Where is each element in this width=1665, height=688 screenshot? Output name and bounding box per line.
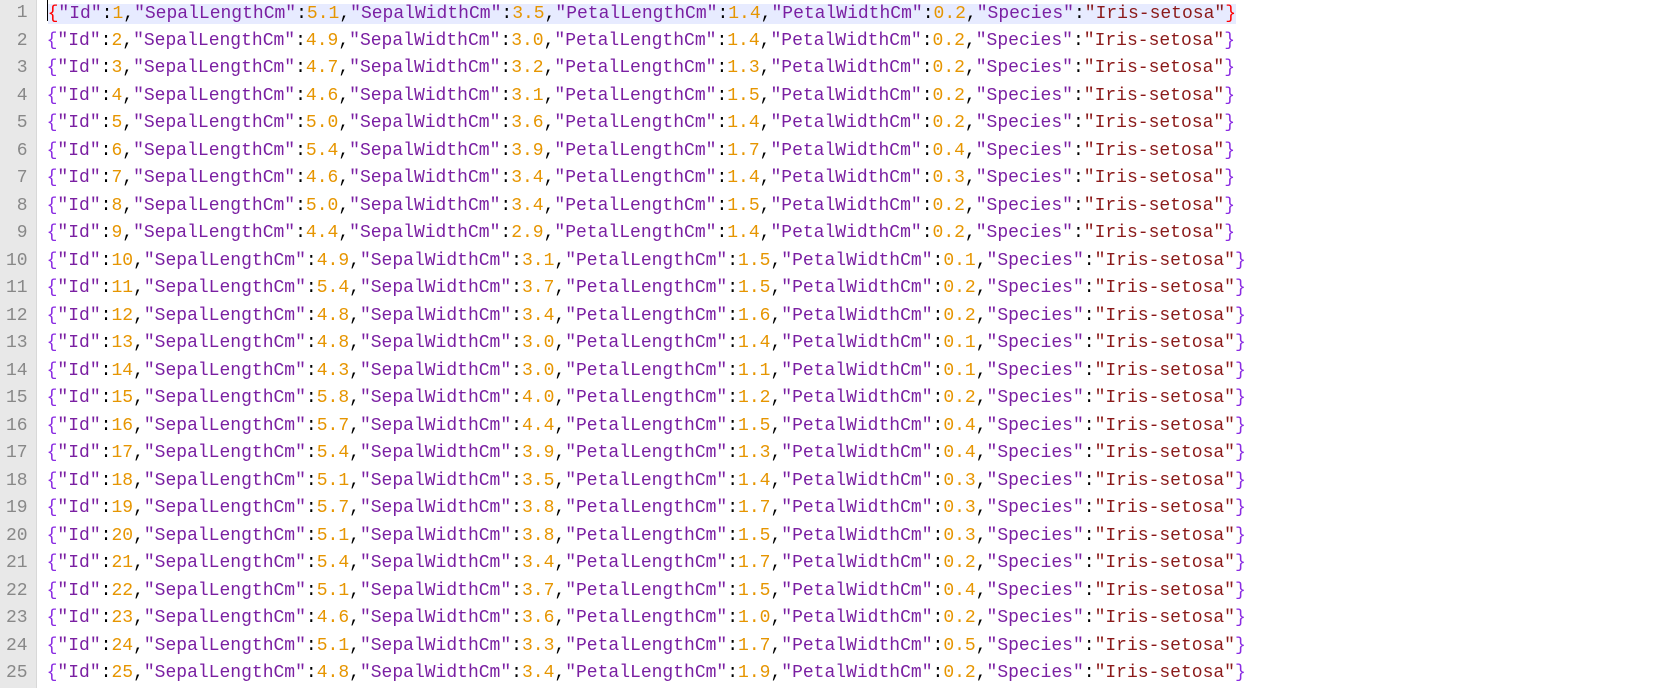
code-line[interactable]: {"Id":23,"SepalLengthCm":4.6,"SepalWidth… <box>47 605 1246 633</box>
line-number: 10 <box>6 248 28 276</box>
line-number: 5 <box>6 110 28 138</box>
code-line[interactable]: {"Id":10,"SepalLengthCm":4.9,"SepalWidth… <box>47 248 1246 276</box>
line-number: 18 <box>6 468 28 496</box>
line-number: 3 <box>6 55 28 83</box>
code-line[interactable]: {"Id":6,"SepalLengthCm":5.4,"SepalWidthC… <box>47 138 1246 166</box>
line-number: 7 <box>6 165 28 193</box>
code-line[interactable]: {"Id":15,"SepalLengthCm":5.8,"SepalWidth… <box>47 385 1246 413</box>
code-line[interactable]: {"Id":11,"SepalLengthCm":5.4,"SepalWidth… <box>47 275 1246 303</box>
line-number: 12 <box>6 303 28 331</box>
code-line[interactable]: {"Id":5,"SepalLengthCm":5.0,"SepalWidthC… <box>47 110 1246 138</box>
line-number: 8 <box>6 193 28 221</box>
line-number: 11 <box>6 275 28 303</box>
line-number: 6 <box>6 138 28 166</box>
line-number: 1 <box>6 0 28 28</box>
code-line[interactable]: {"Id":13,"SepalLengthCm":4.8,"SepalWidth… <box>47 330 1246 358</box>
code-line[interactable]: {"Id":20,"SepalLengthCm":5.1,"SepalWidth… <box>47 523 1246 551</box>
line-number: 16 <box>6 413 28 441</box>
code-line[interactable]: {"Id":24,"SepalLengthCm":5.1,"SepalWidth… <box>47 633 1246 661</box>
line-number: 22 <box>6 578 28 606</box>
line-number: 21 <box>6 550 28 578</box>
code-line[interactable]: {"Id":8,"SepalLengthCm":5.0,"SepalWidthC… <box>47 193 1246 221</box>
code-line[interactable]: {"Id":19,"SepalLengthCm":5.7,"SepalWidth… <box>47 495 1246 523</box>
line-number: 2 <box>6 28 28 56</box>
line-number: 13 <box>6 330 28 358</box>
code-line[interactable]: {"Id":1,"SepalLengthCm":5.1,"SepalWidthC… <box>47 0 1246 28</box>
line-number: 20 <box>6 523 28 551</box>
selection-highlight: {"Id":1,"SepalLengthCm":5.1,"SepalWidthC… <box>48 4 1236 24</box>
code-line[interactable]: {"Id":22,"SepalLengthCm":5.1,"SepalWidth… <box>47 578 1246 606</box>
code-line[interactable]: {"Id":25,"SepalLengthCm":4.8,"SepalWidth… <box>47 660 1246 688</box>
line-number: 15 <box>6 385 28 413</box>
code-line[interactable]: {"Id":14,"SepalLengthCm":4.3,"SepalWidth… <box>47 358 1246 386</box>
code-line[interactable]: {"Id":12,"SepalLengthCm":4.8,"SepalWidth… <box>47 303 1246 331</box>
code-line[interactable]: {"Id":16,"SepalLengthCm":5.7,"SepalWidth… <box>47 413 1246 441</box>
code-line[interactable]: {"Id":7,"SepalLengthCm":4.6,"SepalWidthC… <box>47 165 1246 193</box>
code-line[interactable]: {"Id":2,"SepalLengthCm":4.9,"SepalWidthC… <box>47 28 1246 56</box>
code-line[interactable]: {"Id":3,"SepalLengthCm":4.7,"SepalWidthC… <box>47 55 1246 83</box>
line-number: 19 <box>6 495 28 523</box>
line-number: 4 <box>6 83 28 111</box>
code-line[interactable]: {"Id":21,"SepalLengthCm":5.4,"SepalWidth… <box>47 550 1246 578</box>
line-number: 17 <box>6 440 28 468</box>
code-line[interactable]: {"Id":9,"SepalLengthCm":4.4,"SepalWidthC… <box>47 220 1246 248</box>
line-number: 14 <box>6 358 28 386</box>
line-number-gutter: 1234567891011121314151617181920212223242… <box>0 0 37 688</box>
line-number: 25 <box>6 660 28 688</box>
code-area[interactable]: {"Id":1,"SepalLengthCm":5.1,"SepalWidthC… <box>37 0 1246 688</box>
line-number: 24 <box>6 633 28 661</box>
code-editor[interactable]: 1234567891011121314151617181920212223242… <box>0 0 1665 688</box>
code-line[interactable]: {"Id":17,"SepalLengthCm":5.4,"SepalWidth… <box>47 440 1246 468</box>
line-number: 23 <box>6 605 28 633</box>
code-line[interactable]: {"Id":18,"SepalLengthCm":5.1,"SepalWidth… <box>47 468 1246 496</box>
code-line[interactable]: {"Id":4,"SepalLengthCm":4.6,"SepalWidthC… <box>47 83 1246 111</box>
line-number: 9 <box>6 220 28 248</box>
